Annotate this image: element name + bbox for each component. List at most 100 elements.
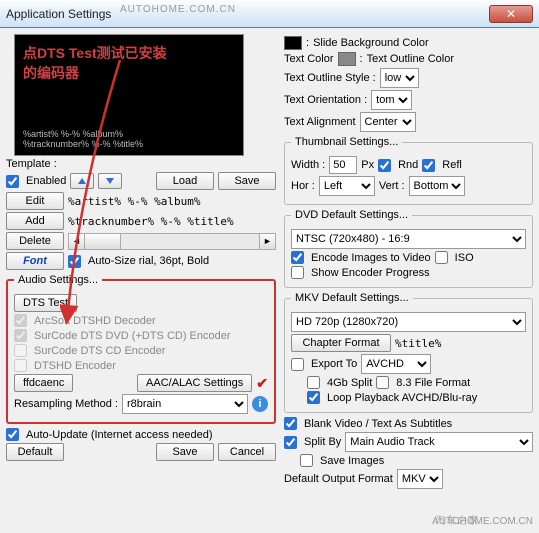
dvd-preset-select[interactable]: NTSC (720x480) - 16:9	[291, 229, 526, 249]
thumb-vert-select[interactable]: Bottom	[409, 176, 465, 196]
mkv-export-label: Export To	[311, 358, 357, 370]
watermark-url-top: AUTOHOME.COM.CN	[120, 4, 236, 15]
move-up-button[interactable]	[70, 173, 94, 189]
thumb-width-input[interactable]	[329, 156, 357, 174]
save-images-label: Save Images	[320, 455, 384, 467]
ffdcaenc-button[interactable]: ffdcaenc	[14, 374, 73, 392]
splitby-checkbox[interactable]	[284, 436, 297, 449]
surcode-dvd-label: SurCode DTS DVD (+DTS CD) Encoder	[34, 330, 231, 342]
thumb-refl-checkbox[interactable]	[422, 159, 435, 172]
resampling-select[interactable]: r8brain	[122, 394, 248, 414]
mkv-split-label: 4Gb Split	[327, 377, 372, 389]
autoupdate-label: Auto-Update (Internet access needed)	[26, 429, 213, 441]
default-button[interactable]: Default	[6, 443, 64, 461]
surcode-dvd-checkbox	[14, 329, 27, 342]
splitby-select[interactable]: Main Audio Track	[345, 432, 533, 452]
watermark-url: AUTOHOME.COM.CN	[432, 516, 533, 527]
save-images-checkbox[interactable]	[300, 454, 313, 467]
orientation-label: Text Orientation :	[284, 94, 367, 106]
mkv-83-label: 8.3 File Format	[396, 377, 470, 389]
thumbnail-legend: Thumbnail Settings...	[291, 136, 402, 148]
textcolor-label: Text Color	[284, 53, 334, 65]
delete-button[interactable]: Delete	[6, 232, 64, 250]
enabled-label: Enabled	[26, 175, 66, 187]
aac-checkmark-icon: ✔	[256, 375, 268, 392]
window-title: Application Settings	[6, 7, 489, 21]
audio-settings-legend: Audio Settings...	[14, 274, 102, 286]
mkv-split-checkbox[interactable]	[307, 376, 320, 389]
bgcolor-label: :	[306, 37, 309, 49]
dvd-encode-checkbox[interactable]	[291, 251, 304, 264]
enabled-checkbox[interactable]	[6, 175, 19, 188]
mkv-export-checkbox[interactable]	[291, 358, 304, 371]
default-output-label: Default Output Format	[284, 473, 393, 485]
default-output-select[interactable]: MKV	[397, 469, 443, 489]
outlinecolor-swatch[interactable]	[338, 52, 356, 66]
outlinestyle-select[interactable]: low	[380, 68, 419, 88]
outlinestyle-label: Text Outline Style :	[284, 72, 376, 84]
preview-template-1: %artist% %-% %album%	[23, 129, 235, 139]
autoupdate-checkbox[interactable]	[6, 428, 19, 441]
mkv-export-select[interactable]: AVCHD	[361, 354, 431, 374]
dvd-iso-label: ISO	[455, 252, 474, 264]
template-text-1: %artist% %-% %album%	[68, 195, 276, 208]
mkv-loop-label: Loop Playback AVCHD/Blu-ray	[327, 392, 477, 404]
save-template-button[interactable]: Save	[218, 172, 276, 190]
thumb-vert-label: Vert :	[379, 180, 405, 192]
dvd-show-checkbox[interactable]	[291, 266, 304, 279]
cancel-button[interactable]: Cancel	[218, 443, 276, 461]
preview-template-2: %tracknumber% %-% %title%	[23, 139, 235, 149]
alignment-label: Text Alignment	[284, 116, 356, 128]
chapter-format-value: %title%	[395, 337, 441, 350]
thumb-px-label: Px	[361, 159, 374, 171]
mkv-loop-checkbox[interactable]	[307, 391, 320, 404]
slide-preview: 点DTS Test测试已安装 的编码器 %artist% %-% %album%…	[14, 34, 244, 156]
thumb-rnd-label: Rnd	[398, 159, 418, 171]
audio-settings-group: Audio Settings... DTS Test ArcSoft DTSHD…	[6, 274, 276, 424]
resampling-label: Resampling Method :	[14, 398, 118, 410]
thumb-hor-label: Hor :	[291, 180, 315, 192]
aac-settings-button[interactable]: AAC/ALAC Settings	[137, 374, 252, 392]
thumb-width-label: Width :	[291, 159, 325, 171]
load-button[interactable]: Load	[156, 172, 214, 190]
splitby-label: Split By	[304, 436, 341, 448]
alignment-select[interactable]: Center	[360, 112, 416, 132]
chapter-format-button[interactable]: Chapter Format	[291, 334, 391, 352]
move-down-button[interactable]	[98, 173, 122, 189]
thumb-refl-label: Refl	[442, 159, 462, 171]
close-button[interactable]: ✕	[489, 5, 533, 23]
mkv-83-checkbox[interactable]	[376, 376, 389, 389]
font-button[interactable]: Font	[6, 252, 64, 270]
autosize-checkbox[interactable]	[68, 255, 81, 268]
surcode-cd-label: SurCode DTS CD Encoder	[34, 345, 165, 357]
mkv-legend: MKV Default Settings...	[291, 292, 413, 304]
thumb-rnd-checkbox[interactable]	[378, 159, 391, 172]
surcode-cd-checkbox	[14, 344, 27, 357]
dtshd-checkbox	[14, 359, 27, 372]
preview-annotation-2: 的编码器	[23, 63, 235, 83]
blank-video-label: Blank Video / Text As Subtitles	[304, 418, 452, 430]
dvd-show-label: Show Encoder Progress	[311, 267, 430, 279]
info-icon[interactable]: i	[252, 396, 268, 412]
orientation-select[interactable]: tom	[371, 90, 412, 110]
template-label: Template :	[6, 158, 57, 170]
arcsoft-label: ArcSoft DTSHD Decoder	[34, 315, 156, 327]
dvd-legend: DVD Default Settings...	[291, 209, 412, 221]
save-button[interactable]: Save	[156, 443, 214, 461]
template-scrollbar[interactable]: ◄►	[68, 233, 276, 250]
autosize-label: Auto-Size rial, 36pt, Bold	[88, 255, 209, 267]
add-button[interactable]: Add	[6, 212, 64, 230]
dtshd-label: DTSHD Encoder	[34, 360, 116, 372]
outlinecolor-label: Text Outline Color	[367, 53, 454, 65]
bgcolor-text: Slide Background Color	[313, 37, 429, 49]
arcsoft-checkbox	[14, 314, 27, 327]
edit-button[interactable]: Edit	[6, 192, 64, 210]
dts-test-button[interactable]: DTS Test	[14, 294, 77, 312]
bgcolor-swatch[interactable]	[284, 36, 302, 50]
template-text-2: %tracknumber% %-% %title%	[68, 215, 276, 228]
dvd-group: DVD Default Settings... NTSC (720x480) -…	[284, 209, 533, 288]
blank-video-checkbox[interactable]	[284, 417, 297, 430]
mkv-preset-select[interactable]: HD 720p (1280x720)	[291, 312, 526, 332]
thumb-hor-select[interactable]: Left	[319, 176, 375, 196]
dvd-iso-checkbox[interactable]	[435, 251, 448, 264]
